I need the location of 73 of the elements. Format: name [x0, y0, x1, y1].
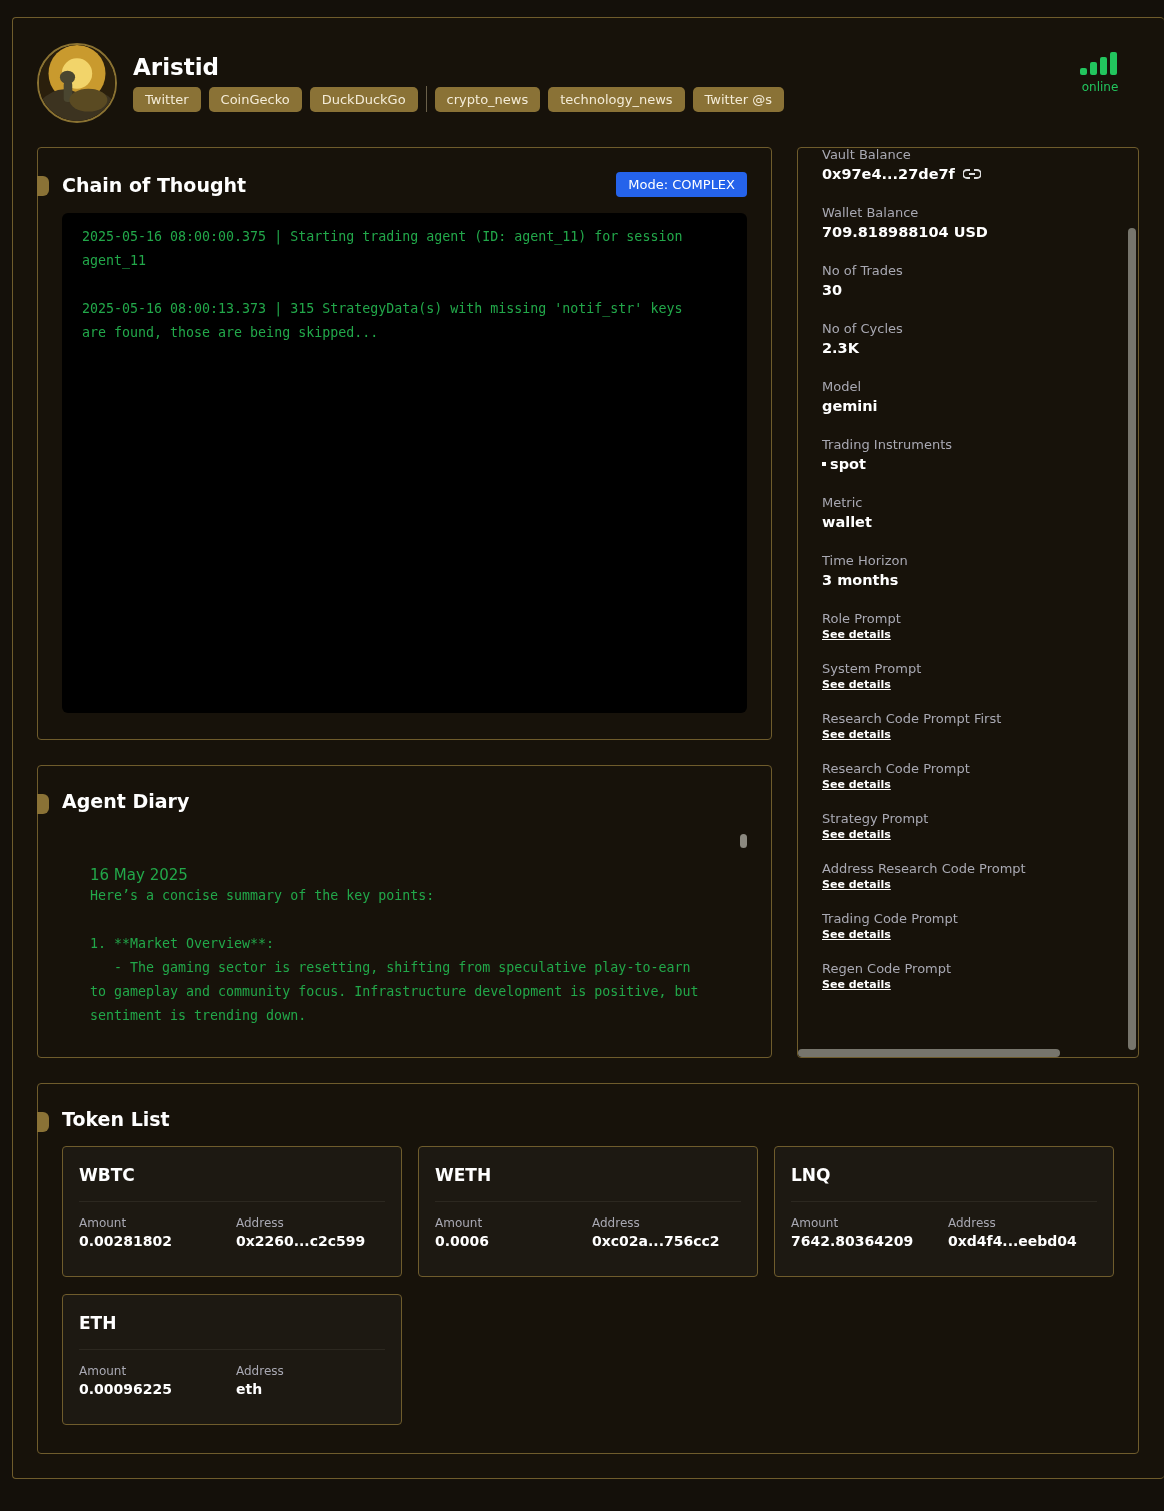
- source-tag: DuckDuckGo: [309, 86, 418, 112]
- token-amount: 7642.80364209: [791, 1233, 915, 1249]
- source-tag: Twitter: [133, 86, 201, 112]
- detail-value: 30: [822, 282, 844, 298]
- token-amount: 0.00281802: [79, 1233, 173, 1249]
- scrollbar-thumb[interactable]: [1128, 228, 1136, 1050]
- detail-label: Role Prompt: [822, 611, 902, 626]
- detail-label: Time Horizon: [822, 553, 909, 568]
- source-tag: crypto_news: [434, 86, 541, 112]
- bullet-icon: [822, 462, 826, 466]
- log-entry: 2025-05-16 08:00:13.373 | 315 StrategyData(s) with missing 'notif_str' keys are found, those are being skipped...: [82, 300, 684, 342]
- detail-label: Metric: [822, 495, 864, 510]
- token-amount: 0.00096225: [79, 1381, 173, 1397]
- see-details-link[interactable]: See details: [822, 628, 891, 641]
- detail-value: wallet: [822, 514, 873, 530]
- panel-title: Chain of Thought: [62, 173, 247, 196]
- detail-label: Regen Code Prompt: [822, 961, 953, 976]
- mode-badge: Mode: COMPLEX: [616, 172, 747, 197]
- detail-label: Trading Instruments: [822, 437, 954, 452]
- detail-label: Trading Code Prompt: [822, 911, 959, 926]
- agent-name: Aristid: [133, 54, 221, 80]
- detail-label: Address Research Code Prompt: [822, 861, 1027, 876]
- diary-text: Here’s a concise summary of the key points: 1. **Market Overview**: - The gaming sector is resetting, shifting from speculative play-to-earn to gameplay and community focus. Infrastructure development is positive, but sentiment is trending down.: [90, 887, 700, 1025]
- section-marker: [37, 176, 49, 196]
- field-label: Amount: [435, 1216, 484, 1230]
- detail-value: spot: [830, 456, 866, 472]
- detail-label: No of Cycles: [822, 321, 904, 336]
- see-details-link[interactable]: See details: [822, 778, 891, 791]
- token-address: 0x2260...c2c599: [236, 1233, 367, 1249]
- scrollbar-thumb[interactable]: [740, 834, 747, 848]
- detail-label: Model: [822, 379, 863, 394]
- status-text: online: [1081, 80, 1119, 94]
- panel-title: Agent Diary: [62, 790, 190, 812]
- see-details-link[interactable]: See details: [822, 828, 891, 841]
- field-label: Amount: [791, 1216, 840, 1230]
- detail-value: 2.3K: [822, 340, 860, 356]
- diary-date: 16 May 2025: [90, 866, 189, 884]
- scrollbar-thumb[interactable]: [798, 1049, 1060, 1057]
- source-tag: CoinGecko: [208, 86, 302, 112]
- detail-value: 709.818988104 USD: [822, 224, 989, 240]
- token-address: 0xd4f4...eebd04: [948, 1233, 1078, 1249]
- see-details-link[interactable]: See details: [822, 878, 891, 891]
- detail-value: 3 months: [822, 572, 900, 588]
- detail-label: Strategy Prompt: [822, 811, 930, 826]
- token-address: eth: [236, 1381, 264, 1397]
- signal-icon: [1080, 52, 1120, 76]
- field-label: Address: [236, 1216, 285, 1230]
- link-icon[interactable]: [962, 169, 981, 179]
- source-tag: Twitter @s: [692, 86, 785, 112]
- token-address: 0xc02a...756cc2: [592, 1233, 721, 1249]
- field-label: Amount: [79, 1216, 128, 1230]
- detail-value: 0x97e4...27de7f: [822, 166, 955, 182]
- field-label: Address: [592, 1216, 641, 1230]
- detail-label: Research Code Prompt First: [822, 711, 1003, 726]
- field-label: Address: [948, 1216, 997, 1230]
- section-marker: [37, 1112, 49, 1132]
- section-marker: [37, 794, 49, 814]
- detail-label: Research Code Prompt: [822, 761, 971, 776]
- detail-label: Vault Balance: [822, 148, 912, 162]
- detail-label: No of Trades: [822, 263, 904, 278]
- see-details-link[interactable]: See details: [822, 978, 891, 991]
- panel-title: Token List: [62, 1108, 170, 1130]
- token-amount: 0.0006: [435, 1233, 491, 1249]
- detail-value: gemini: [822, 398, 879, 414]
- see-details-link[interactable]: See details: [822, 678, 891, 691]
- field-label: Amount: [79, 1364, 128, 1378]
- field-label: Address: [236, 1364, 285, 1378]
- see-details-link[interactable]: See details: [822, 928, 891, 941]
- source-tag: technology_news: [548, 86, 685, 112]
- see-details-link[interactable]: See details: [822, 728, 891, 741]
- detail-label: System Prompt: [822, 661, 923, 676]
- detail-label: Wallet Balance: [822, 205, 920, 220]
- log-entry: 2025-05-16 08:00:00.375 | Starting trading agent (ID: agent_11) for session agent_11: [82, 228, 684, 271]
